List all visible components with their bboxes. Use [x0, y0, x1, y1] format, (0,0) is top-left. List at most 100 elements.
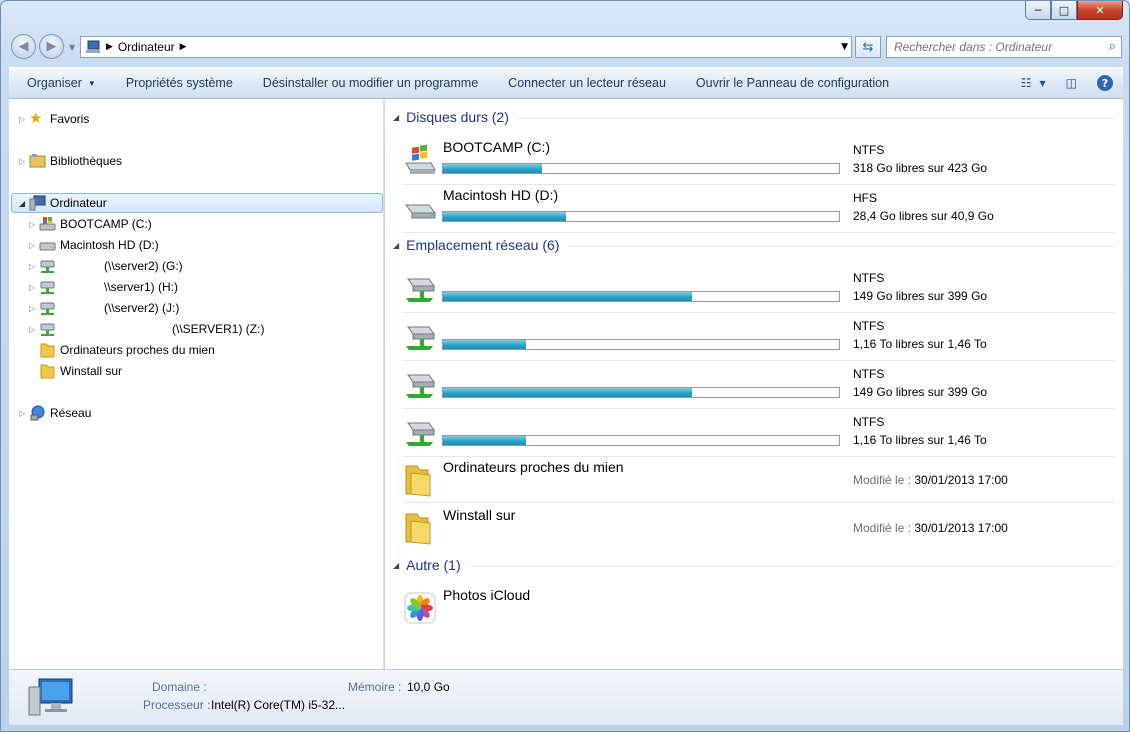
collapse-group-icon[interactable]: ◢	[393, 561, 399, 570]
address-bar[interactable]: ▶ Ordinateur ▶ ▼	[80, 36, 852, 58]
group-hard-drives[interactable]: ◢ Disques durs (2)	[393, 109, 1115, 125]
photos-icloud-icon	[404, 592, 436, 624]
nav-drive-c-label: BOOTCAMP (C:)	[60, 217, 152, 231]
folder-modified: Modifié le : 30/01/2013 17:00	[853, 521, 1008, 535]
open-control-panel-button[interactable]: Ouvrir le Panneau de configuration	[681, 68, 904, 98]
help-icon[interactable]: ?	[1097, 75, 1113, 91]
search-input[interactable]	[887, 40, 1092, 54]
nav-drive-j[interactable]: ▷ (\\server2) (J:)	[29, 298, 179, 318]
expand-icon[interactable]: ▷	[19, 115, 29, 124]
expand-icon[interactable]: ▷	[19, 157, 29, 166]
drive-filesystem: NTFS	[853, 415, 885, 429]
drive-free-space: 28,4 Go libres sur 40,9 Go	[853, 209, 994, 223]
network-drive-tile[interactable]: NTFS 1,16 To libres sur 1,46 To	[403, 409, 1115, 457]
minimize-button[interactable]: ─	[1025, 1, 1051, 20]
expand-icon[interactable]: ▷	[29, 262, 39, 271]
nav-drive-z[interactable]: ▷ (\\SERVER1) (Z:)	[29, 319, 264, 339]
windows-drive-icon	[405, 144, 436, 174]
drive-free-space: 149 Go libres sur 399 Go	[853, 289, 988, 303]
drive-usage-fill	[443, 388, 693, 397]
photos-icloud-tile[interactable]: Photos iCloud	[403, 585, 1115, 633]
network-drive-tile[interactable]: NTFS 1,16 To libres sur 1,46 To	[403, 313, 1115, 361]
expand-icon[interactable]: ▷	[29, 325, 39, 334]
drive-free-space: 149 Go libres sur 399 Go	[853, 385, 988, 399]
view-dropdown-icon[interactable]: ▼	[1040, 79, 1046, 88]
uninstall-program-button[interactable]: Désinstaller ou modifier un programme	[248, 68, 493, 98]
network-drive-icon	[40, 260, 55, 273]
drive-filesystem: NTFS	[853, 367, 885, 381]
drive-filesystem: NTFS	[853, 319, 885, 333]
nav-drive-h-label: \\server1) (H:)	[104, 280, 179, 294]
group-divider	[468, 565, 1115, 567]
network-drive-tile[interactable]: NTFS 149 Go libres sur 399 Go	[403, 361, 1115, 409]
breadcrumb-separator-icon[interactable]: ▶	[180, 42, 187, 52]
breadcrumb-computer[interactable]: Ordinateur	[118, 40, 175, 54]
drive-free-space: 1,16 To libres sur 1,46 To	[853, 433, 987, 447]
nav-libraries[interactable]: ▷ Bibliothèques	[19, 151, 122, 171]
expand-icon[interactable]: ▷	[29, 283, 39, 292]
map-network-drive-button[interactable]: Connecter un lecteur réseau	[493, 68, 681, 98]
breadcrumb-separator-icon[interactable]: ▶	[106, 42, 113, 52]
organise-menu[interactable]: Organiser ▼	[9, 68, 111, 98]
close-button[interactable]: ✕	[1077, 1, 1123, 20]
address-history-icon[interactable]: ▼	[841, 42, 848, 52]
folder-tile-nearby[interactable]: Ordinateurs proches du mien Modifié le :…	[403, 457, 1115, 503]
drive-filesystem: HFS	[853, 191, 877, 205]
forward-button[interactable]: ▶	[39, 34, 64, 59]
drive-tile-c[interactable]: BOOTCAMP (C:) NTFS 318 Go libres sur 423…	[403, 137, 1115, 185]
nav-winstall-label: Winstall sur	[60, 364, 123, 378]
nav-computer[interactable]: ◢ Ordinateur	[11, 193, 383, 213]
system-properties-button[interactable]: Propriétés système	[111, 68, 248, 98]
nav-drive-c[interactable]: ▷ BOOTCAMP (C:)	[29, 214, 152, 234]
command-bar: Organiser ▼ Propriétés système Désinstall…	[9, 67, 1123, 99]
preview-pane-icon[interactable]: ◫	[1066, 76, 1077, 90]
collapse-group-icon[interactable]: ◢	[393, 241, 399, 250]
folder-name: Winstall sur	[443, 507, 516, 523]
drive-usage-fill	[443, 292, 693, 301]
maximize-button[interactable]: □	[1051, 1, 1077, 20]
collapse-group-icon[interactable]: ◢	[393, 113, 399, 122]
nav-network-label: Réseau	[50, 406, 92, 420]
nav-drive-h[interactable]: ▷ \\server1) (H:)	[29, 277, 178, 297]
nav-drive-g[interactable]: ▷ (\\server2) (G:)	[29, 256, 183, 276]
content-pane: ◢ Disques durs (2) BOOTCAMP (C:) NTFS 31…	[385, 99, 1123, 669]
group-other[interactable]: ◢ Autre (1)	[393, 557, 1115, 573]
drive-usage-fill	[443, 164, 542, 173]
hard-drive-icon	[405, 204, 436, 219]
expand-icon[interactable]: ▷	[29, 241, 39, 250]
nav-nearby-computers[interactable]: Ordinateurs proches du mien	[39, 340, 215, 360]
network-drive-icon	[406, 374, 435, 398]
group-network-label: Emplacement réseau (6)	[406, 237, 560, 253]
recent-pages-dropdown[interactable]: ▼	[69, 43, 75, 52]
drive-tile-d[interactable]: Macintosh HD (D:) HFS 28,4 Go libres sur…	[403, 185, 1115, 233]
expand-icon[interactable]: ▷	[29, 304, 39, 313]
view-options-icon[interactable]: ☷	[1021, 76, 1032, 90]
nav-network[interactable]: ▷ Réseau	[19, 403, 91, 423]
drive-usage-fill	[443, 340, 527, 349]
expand-icon[interactable]: ▷	[29, 220, 39, 229]
folder-tile-winstall[interactable]: Winstall sur Modifié le : 30/01/2013 17:…	[403, 505, 1115, 551]
back-button[interactable]: ◀	[11, 34, 36, 59]
network-drive-icon	[406, 278, 435, 302]
group-network-locations[interactable]: ◢ Emplacement réseau (6)	[393, 237, 1115, 253]
nav-winstall[interactable]: Winstall sur	[39, 361, 122, 381]
group-divider	[516, 117, 1115, 119]
expand-icon[interactable]: ▷	[19, 409, 29, 418]
navigation-pane: ▷ ★ Favoris ▷ Bibliothèques ◢ Ordinateur…	[9, 99, 384, 669]
network-drive-tile[interactable]: NTFS 149 Go libres sur 399 Go	[403, 265, 1115, 313]
nav-favorites[interactable]: ▷ ★ Favoris	[19, 109, 89, 129]
drive-filesystem: NTFS	[853, 143, 885, 157]
refresh-button[interactable]: ⇆	[855, 36, 881, 58]
folder-icon	[40, 343, 55, 358]
network-icon	[30, 405, 45, 421]
nav-drive-d[interactable]: ▷ Macintosh HD (D:)	[29, 235, 159, 255]
drive-usage-bar	[442, 339, 840, 350]
collapse-icon[interactable]: ◢	[19, 199, 29, 208]
search-icon[interactable]: ⌕	[1109, 39, 1116, 54]
network-drive-icon	[406, 422, 435, 446]
drive-usage-bar	[442, 291, 840, 302]
organise-label: Organiser	[27, 76, 82, 90]
folder-icon	[405, 513, 431, 545]
search-box[interactable]: ⌕	[886, 36, 1122, 58]
details-pane: Domaine : Mémoire : 10,0 Go Processeur :…	[9, 669, 1123, 725]
